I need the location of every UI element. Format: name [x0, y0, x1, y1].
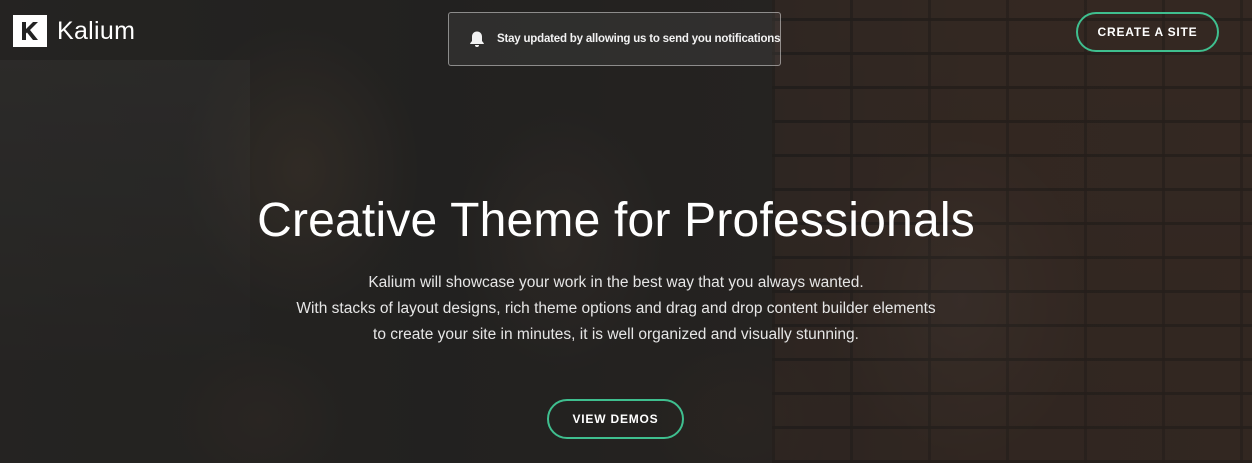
logo-text: Kalium — [57, 16, 136, 45]
hero-section: Kalium Stay updated by allowing us to se… — [0, 0, 1252, 463]
view-demos-button[interactable]: VIEW DEMOS — [547, 399, 684, 439]
notification-prompt[interactable]: Stay updated by allowing us to send you … — [448, 12, 781, 66]
hero-description-line: Kalium will showcase your work in the be… — [368, 274, 864, 291]
hero-headline: Creative Theme for Professionals — [257, 194, 975, 247]
hero-description: Kalium will showcase your work in the be… — [0, 270, 1232, 348]
site-logo[interactable]: Kalium — [13, 15, 135, 47]
bell-icon — [469, 30, 485, 48]
notification-text: Stay updated by allowing us to send you … — [497, 33, 781, 45]
create-site-button[interactable]: CREATE A SITE — [1076, 12, 1219, 52]
hero-description-line: to create your site in minutes, it is we… — [373, 326, 859, 343]
hero-description-line: With stacks of layout designs, rich them… — [296, 300, 936, 317]
kalium-k-logo-icon — [13, 15, 47, 47]
